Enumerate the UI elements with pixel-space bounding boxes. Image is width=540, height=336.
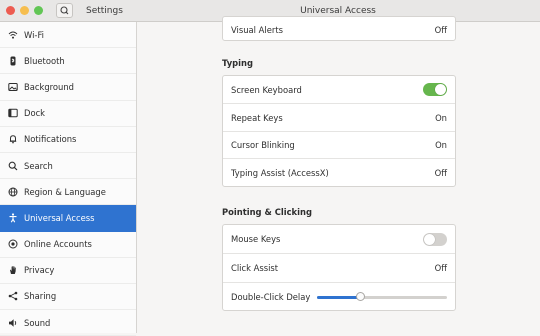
repeat-keys-label: Repeat Keys — [231, 112, 283, 123]
online-accounts-icon — [8, 239, 18, 249]
sidebar-item-label: Dock — [24, 108, 46, 119]
dock-icon — [8, 108, 18, 118]
pointing-card: Mouse Keys Click Assist Off Double-Click… — [222, 224, 456, 311]
mouse-keys-toggle[interactable] — [423, 232, 447, 246]
double-click-delay-row: Double-Click Delay — [223, 283, 455, 310]
sidebar-item-wifi[interactable]: Wi-Fi — [0, 22, 136, 49]
globe-icon — [8, 187, 18, 197]
sidebar-item-label: Universal Access — [24, 212, 95, 223]
typing-assist-label: Typing Assist (AccessX) — [231, 167, 329, 178]
visual-alerts-label: Visual Alerts — [231, 25, 283, 35]
sidebar-item-sound[interactable]: Sound — [0, 310, 136, 336]
toggle-knob — [424, 233, 435, 245]
main-panel: Visual Alerts Off Typing Screen Keyboard… — [137, 16, 540, 333]
double-click-delay-slider[interactable] — [317, 291, 447, 302]
screen-keyboard-toggle[interactable] — [423, 83, 447, 96]
typing-assist-row[interactable]: Typing Assist (AccessX) Off — [223, 159, 455, 186]
hand-icon — [10, 266, 16, 275]
cursor-blinking-label: Cursor Blinking — [231, 140, 295, 150]
mouse-keys-row[interactable]: Mouse Keys — [223, 225, 455, 254]
slider-fill — [317, 295, 360, 299]
toggle-knob — [435, 84, 446, 95]
typing-card: Screen Keyboard Repeat Keys On Cursor Bl… — [222, 75, 456, 187]
pointing-section-title: Pointing & Clicking — [222, 207, 312, 217]
sidebar-item-online-accounts[interactable]: Online Accounts — [0, 232, 136, 258]
repeat-keys-value: On — [435, 112, 447, 123]
sidebar-item-search[interactable]: Search — [0, 153, 136, 180]
typing-assist-value: Off — [434, 167, 447, 178]
sidebar-item-label: Online Accounts — [24, 239, 92, 250]
seeing-card: Visual Alerts Off — [222, 16, 456, 41]
repeat-keys-row[interactable]: Repeat Keys On — [223, 104, 455, 132]
cursor-blinking-row[interactable]: Cursor Blinking On — [223, 132, 455, 159]
window-title: Universal Access — [300, 6, 376, 16]
visual-alerts-value: Off — [434, 25, 447, 35]
sidebar-item-background[interactable]: Background — [0, 74, 136, 101]
click-assist-value: Off — [434, 263, 447, 273]
sidebar-item-label: Sound — [24, 317, 51, 328]
sidebar: Wi-Fi Bluetooth Background Dock Notifica… — [0, 22, 137, 336]
sidebar-item-label: Wi-Fi — [24, 29, 44, 40]
accessibility-icon — [9, 213, 17, 223]
sidebar-item-label: Background — [24, 81, 74, 92]
sidebar-item-label: Search — [24, 160, 53, 171]
slider-thumb[interactable] — [355, 291, 365, 301]
sidebar-item-privacy[interactable]: Privacy — [0, 258, 136, 284]
sidebar-item-notifications[interactable]: Notifications — [0, 127, 136, 153]
click-assist-label: Click Assist — [231, 263, 279, 273]
sidebar-item-label: Bluetooth — [24, 55, 65, 66]
sidebar-item-universal-access[interactable]: Universal Access — [0, 205, 136, 232]
sidebar-item-bluetooth[interactable]: Bluetooth — [0, 48, 136, 75]
speaker-icon — [9, 318, 17, 327]
screen-keyboard-label: Screen Keyboard — [231, 84, 302, 95]
typing-section-title: Typing — [222, 58, 253, 68]
cursor-blinking-value: On — [435, 140, 447, 150]
search-icon — [8, 161, 18, 170]
sidebar-item-sharing[interactable]: Sharing — [0, 284, 136, 311]
bluetooth-icon — [10, 56, 16, 66]
visual-alerts-row[interactable]: Visual Alerts Off — [223, 17, 455, 40]
double-click-delay-label: Double-Click Delay — [231, 291, 311, 302]
sidebar-item-label: Privacy — [24, 265, 55, 276]
screen-keyboard-row[interactable]: Screen Keyboard — [223, 76, 455, 104]
sidebar-item-label: Region & Language — [24, 186, 106, 197]
sidebar-item-label: Notifications — [24, 134, 77, 145]
bell-icon — [9, 135, 17, 144]
background-icon — [8, 82, 18, 91]
sidebar-item-dock[interactable]: Dock — [0, 101, 136, 127]
click-assist-row[interactable]: Click Assist Off — [223, 254, 455, 283]
mouse-keys-label: Mouse Keys — [231, 234, 281, 244]
sidebar-item-label: Sharing — [24, 291, 57, 302]
share-icon — [8, 292, 18, 301]
sidebar-item-region-language[interactable]: Region & Language — [0, 179, 136, 206]
wifi-icon — [8, 31, 18, 39]
